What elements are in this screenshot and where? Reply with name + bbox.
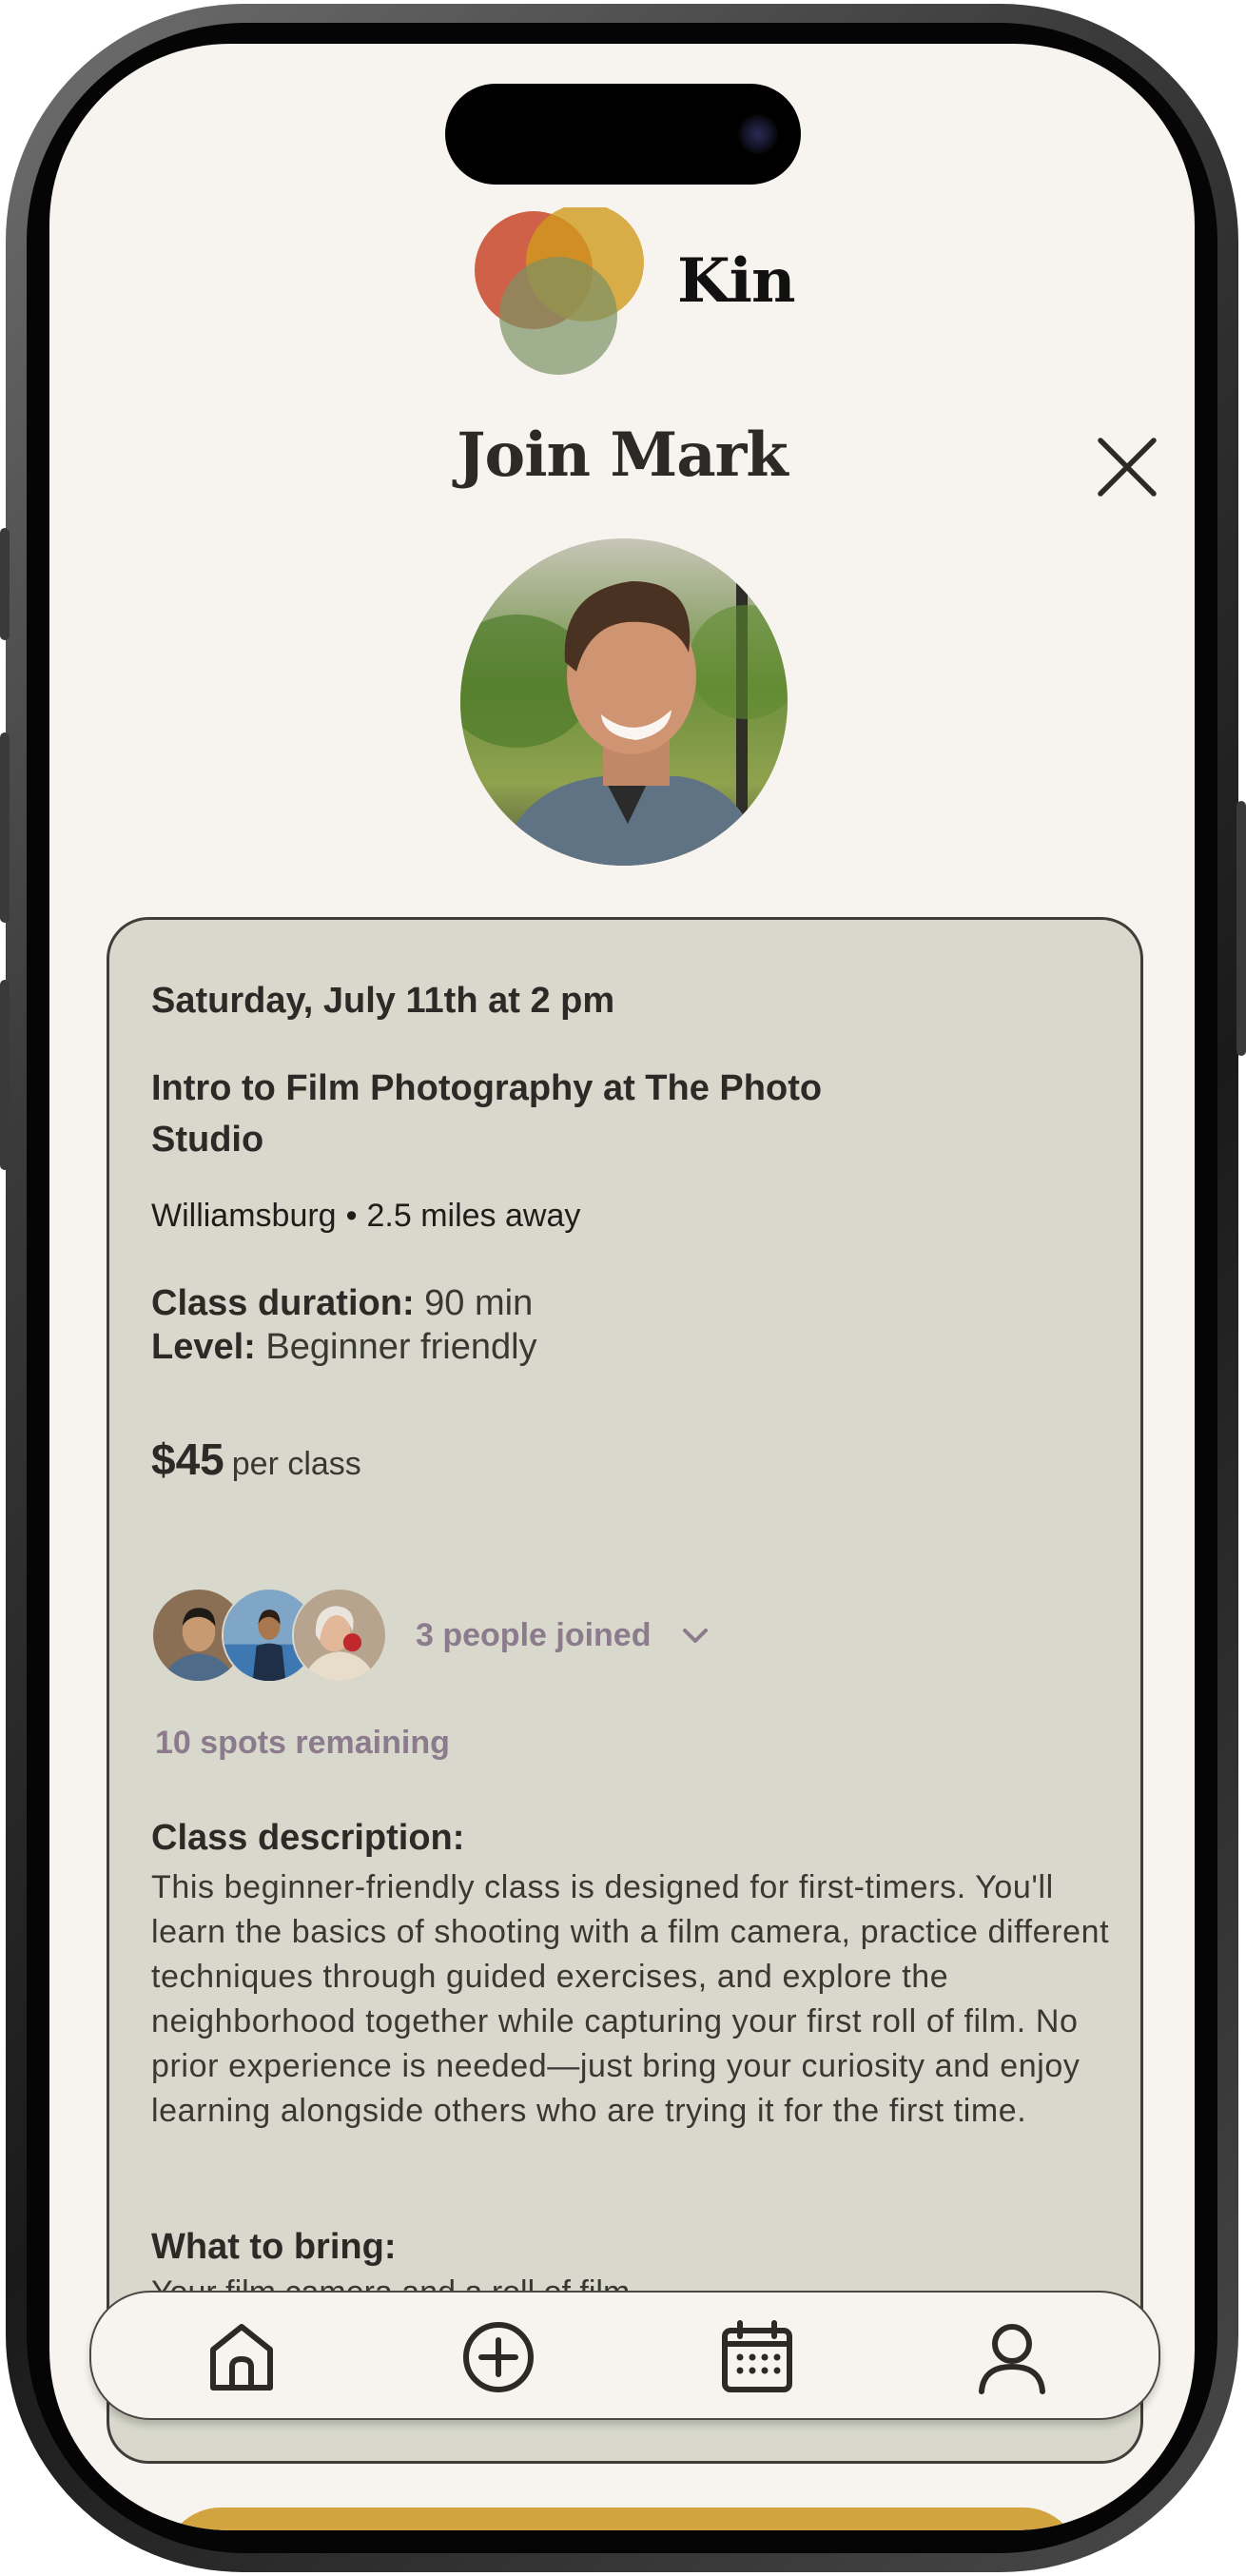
duration-row: Class duration: 90 min	[151, 1281, 537, 1325]
side-button	[1236, 801, 1246, 1056]
side-button	[0, 528, 10, 640]
event-card: Saturday, July 11th at 2 pm Intro to Fil…	[107, 917, 1143, 2464]
add-circle-icon[interactable]	[458, 2317, 538, 2397]
people-joined-text[interactable]: 3 people joined	[416, 1617, 651, 1654]
bottom-nav	[89, 2291, 1160, 2420]
host-avatar	[460, 538, 788, 866]
page-title: Join Mark	[457, 420, 788, 491]
event-price: $45 per class	[151, 1434, 361, 1485]
spots-remaining: 10 spots remaining	[155, 1725, 450, 1761]
level-label: Level:	[151, 1327, 256, 1367]
event-title: Intro to Film Photography at The Photo S…	[151, 1068, 823, 1160]
attendee-avatar	[292, 1588, 387, 1683]
attendees-row[interactable]: 3 people joined	[151, 1586, 711, 1685]
front-camera	[738, 114, 778, 154]
event-meta: Class duration: 90 min Level: Beginner f…	[151, 1281, 537, 1369]
chevron-down-icon[interactable]	[679, 1619, 711, 1651]
bring-heading: What to bring:	[151, 2227, 397, 2267]
level-row: Level: Beginner friendly	[151, 1325, 537, 1369]
event-location: Williamsburg • 2.5 miles away	[151, 1198, 580, 1235]
event-distance: 2.5 miles away	[366, 1198, 581, 1234]
event-neighborhood: Williamsburg	[151, 1198, 337, 1234]
duration-label: Class duration:	[151, 1283, 415, 1323]
calendar-icon[interactable]	[717, 2317, 797, 2397]
event-date: Saturday, July 11th at 2 pm	[151, 981, 615, 1021]
separator-dot: •	[345, 1198, 358, 1234]
join-button[interactable]	[164, 2508, 1081, 2530]
kin-logo-icon	[475, 207, 644, 375]
profile-icon[interactable]	[972, 2317, 1052, 2397]
app-screen: Kin Join Mark Saturday, July 11th at 2 p…	[49, 44, 1195, 2530]
side-button	[0, 980, 10, 1170]
level-value: Beginner friendly	[265, 1327, 537, 1367]
close-icon[interactable]	[1091, 431, 1163, 503]
description-text: This beginner-friendly class is designed…	[151, 1869, 1110, 2129]
home-icon[interactable]	[202, 2317, 282, 2397]
price-unit: per class	[231, 1446, 361, 1482]
side-button	[0, 732, 10, 923]
description-heading: Class description:	[151, 1818, 465, 1858]
app-name: Kin	[677, 245, 795, 317]
price-amount: $45	[151, 1434, 224, 1484]
duration-value: 90 min	[424, 1283, 534, 1323]
